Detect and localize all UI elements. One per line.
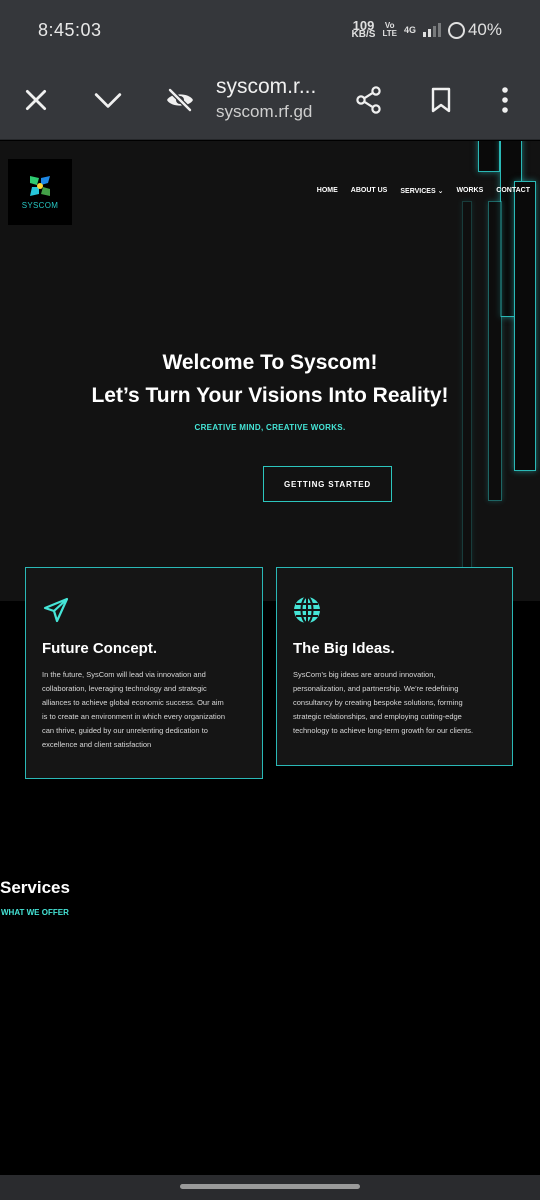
hero-heading-line2: Let’s Turn Your Visions Into Reality! [91,384,449,407]
hero-tagline: CREATIVE MIND, CREATIVE WORKS. [194,423,346,432]
share-icon [356,86,381,114]
more-options-button[interactable] [485,80,525,120]
share-button[interactable] [349,80,389,120]
menu-expand-button[interactable] [88,80,128,120]
battery-indicator: 40% [447,20,502,40]
page-host: syscom.rf.gd [216,102,313,121]
card-title: Future Concept. [42,640,157,657]
nav-contact[interactable]: CONTACT [496,187,530,195]
volte-indicator: Vo LTE [382,21,397,38]
network-type: 4G [403,25,416,35]
card-big-ideas: The Big Ideas. SysCom’s big ideas are ar… [276,567,513,766]
globe-icon [294,596,320,624]
close-button[interactable] [16,80,56,120]
chevron-down-icon [94,93,122,108]
bookmark-button[interactable] [421,80,461,120]
signal-icon [422,23,441,37]
services-heading: Services [0,878,70,897]
navigation-gesture-bar [0,1175,540,1200]
card-body: SysCom’s big ideas are around innovation… [293,670,474,735]
nav-works[interactable]: WORKS [456,187,483,195]
card-body: In the future, SysCom will lead via inno… [42,670,226,749]
neon-decoration [478,141,500,172]
address-bar[interactable]: syscom.r... syscom.rf.gd [216,74,316,124]
card-future-concept: Future Concept. In the future, SysCom wi… [25,567,263,779]
site-logo[interactable]: SYSCOM [8,159,72,225]
nav-about-us[interactable]: ABOUT US [351,187,388,195]
privacy-button[interactable] [160,80,200,120]
logo-text: SYSCOM [21,201,59,210]
web-page: SYSCOM HOME ABOUT US SERVICES ⌄ WORKS CO… [0,141,540,1175]
page-title: syscom.r... [216,75,317,98]
card-title: The Big Ideas. [293,640,395,657]
browser-toolbar: syscom.r... syscom.rf.gd [0,60,540,140]
hero-heading-line1: Welcome To Syscom! [162,351,378,374]
battery-icon [447,21,465,39]
more-vert-icon [502,87,508,113]
nav-services[interactable]: SERVICES ⌄ [400,187,443,195]
bookmark-icon [431,87,451,113]
nav-home[interactable]: HOME [317,187,338,195]
paper-plane-icon [43,597,69,623]
hero-section: SYSCOM HOME ABOUT US SERVICES ⌄ WORKS CO… [0,141,540,601]
close-icon [25,89,47,111]
network-speed: 109 KB/S [351,18,376,40]
eye-off-icon [167,88,193,112]
status-icons: 109 KB/S Vo LTE 4G 40% [351,18,502,40]
services-subheading: WHAT WE OFFER [1,908,69,917]
syscom-logo-icon [30,176,50,196]
getting-started-button[interactable]: GETTING STARTED [263,466,392,502]
site-nav: HOME ABOUT US SERVICES ⌄ WORKS CONTACT [317,187,530,195]
home-gesture-handle[interactable] [180,1184,360,1189]
clock: 8:45:03 [38,19,102,40]
status-bar: 8:45:03 109 KB/S Vo LTE 4G 40% [0,0,540,60]
